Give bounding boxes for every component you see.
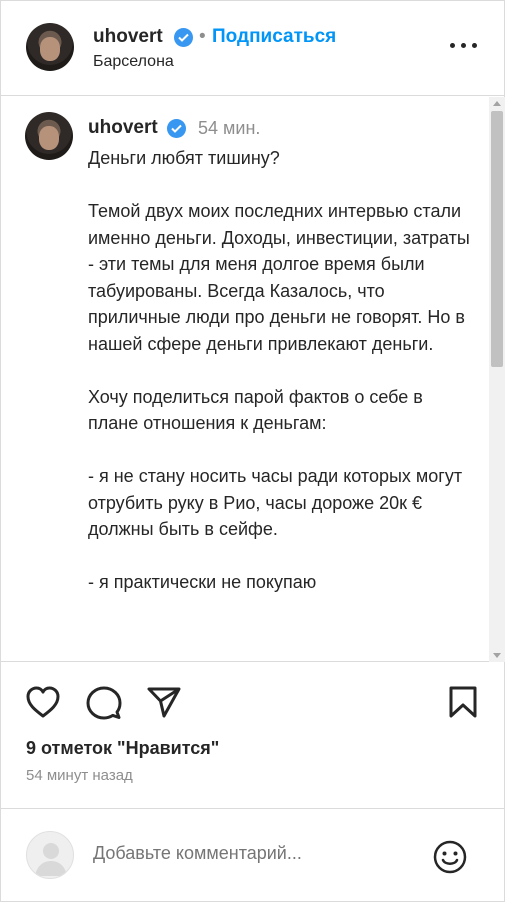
- bookmark-icon[interactable]: [447, 685, 479, 724]
- separator-dot: •: [199, 26, 206, 47]
- verified-badge-icon: [167, 119, 186, 138]
- likes-count[interactable]: 9 отметок "Нравится": [26, 738, 219, 759]
- caption-text: Деньги любят тишину? Темой двух моих пос…: [88, 145, 478, 622]
- caption-timestamp: 54 мин.: [198, 118, 261, 138]
- current-user-avatar: [26, 831, 74, 879]
- comment-bubble-icon[interactable]: [86, 685, 122, 726]
- comment-bar: [0, 808, 505, 902]
- caption-paragraph: Темой двух моих последних интервью стали…: [88, 201, 470, 354]
- author-avatar[interactable]: [26, 23, 74, 71]
- smiley-icon[interactable]: [432, 839, 468, 880]
- comment-input[interactable]: [93, 843, 413, 864]
- post-timestamp: 54 минут назад: [26, 767, 133, 784]
- caption-paragraph: - я не стану носить часы ради которых мо…: [88, 466, 463, 539]
- more-dots-icon[interactable]: [450, 43, 478, 51]
- caption-username[interactable]: uhovert: [88, 117, 158, 139]
- scroll-down-arrow-icon[interactable]: [493, 653, 501, 658]
- caption-area: uhovert 54 мин. Деньги любят тишину? Тем…: [0, 97, 505, 662]
- caption-author-avatar[interactable]: [25, 112, 73, 160]
- location-link[interactable]: Барселона: [93, 53, 174, 71]
- verified-badge-icon: [174, 28, 193, 47]
- scrollbar-thumb[interactable]: [491, 111, 503, 367]
- heart-icon[interactable]: [25, 685, 61, 724]
- scroll-up-arrow-icon[interactable]: [493, 101, 501, 106]
- paper-plane-icon[interactable]: [146, 685, 182, 724]
- post-header: uhovert • Подписаться Барселона: [0, 0, 505, 96]
- caption-paragraph: Деньги любят тишину?: [88, 148, 280, 168]
- caption-paragraph: - я практически не покупаю: [88, 572, 317, 592]
- caption-paragraph: Хочу поделиться парой фактов о себе в пл…: [88, 386, 423, 434]
- follow-button[interactable]: Подписаться: [212, 26, 336, 48]
- caption-scrollbar[interactable]: [489, 97, 505, 662]
- author-username[interactable]: uhovert: [93, 26, 163, 48]
